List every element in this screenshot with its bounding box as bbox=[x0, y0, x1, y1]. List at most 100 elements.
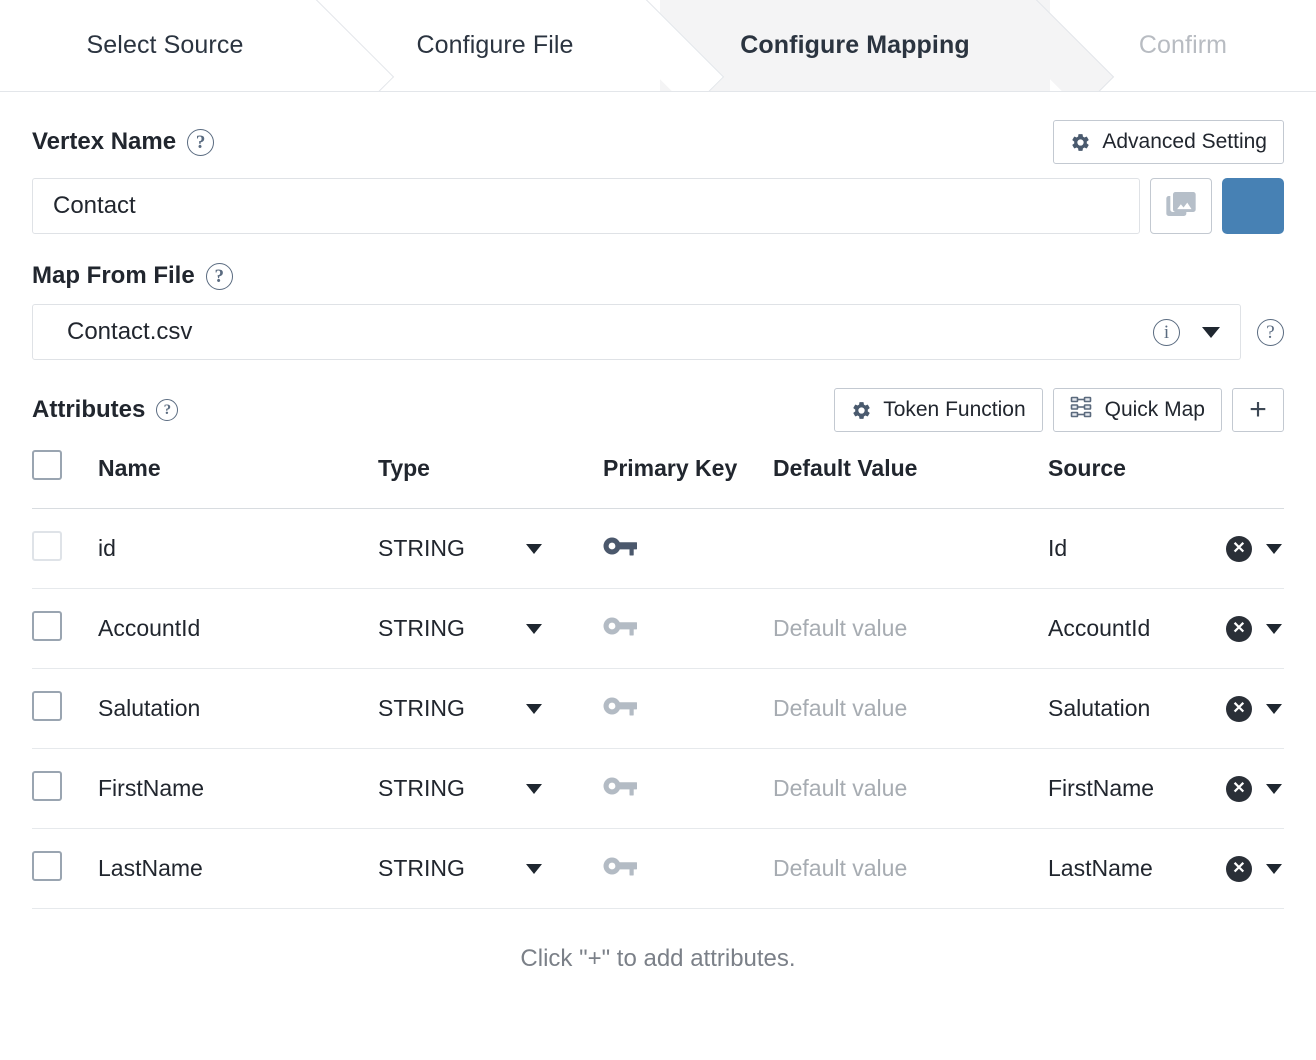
gear-icon bbox=[851, 400, 872, 421]
source-cell: FirstName ✕ bbox=[1048, 749, 1284, 829]
source-cell: LastName ✕ bbox=[1048, 829, 1284, 909]
vertex-name-help-icon[interactable]: ? bbox=[187, 129, 214, 156]
attributes-help-icon[interactable]: ? bbox=[156, 399, 178, 421]
attribute-name[interactable]: Salutation bbox=[98, 669, 378, 749]
add-attribute-button[interactable]: + bbox=[1232, 388, 1284, 432]
step-label: Configure Mapping bbox=[740, 31, 969, 60]
attributes-header-row: Name Type Primary Key Default Value Sour… bbox=[32, 450, 1284, 509]
primary-key-cell bbox=[603, 589, 773, 669]
type-chevron-down-icon[interactable] bbox=[526, 544, 542, 554]
row-checkbox[interactable] bbox=[32, 771, 62, 801]
attribute-type-value: STRING bbox=[378, 775, 526, 802]
map-from-file-select[interactable]: Contact.csv i bbox=[32, 304, 1241, 360]
map-from-file-help-icon[interactable]: ? bbox=[206, 263, 233, 290]
quick-map-label: Quick Map bbox=[1105, 398, 1205, 422]
default-value-placeholder: Default value bbox=[773, 615, 907, 641]
attributes-label: Attributes bbox=[32, 396, 145, 424]
attribute-type-cell: STRING bbox=[378, 509, 603, 589]
primary-key-cell bbox=[603, 509, 773, 589]
source-value[interactable]: Id bbox=[1048, 535, 1226, 562]
quick-map-button[interactable]: Quick Map bbox=[1053, 388, 1222, 432]
key-icon[interactable] bbox=[603, 695, 639, 723]
primary-key-cell bbox=[603, 749, 773, 829]
default-value-cell[interactable] bbox=[773, 509, 1048, 589]
row-checkbox[interactable] bbox=[32, 851, 62, 881]
attribute-name[interactable]: FirstName bbox=[98, 749, 378, 829]
default-value-cell[interactable]: Default value bbox=[773, 669, 1048, 749]
step-select-source[interactable]: Select Source bbox=[0, 0, 330, 91]
default-value-cell[interactable]: Default value bbox=[773, 829, 1048, 909]
chevron-down-icon[interactable] bbox=[1202, 327, 1220, 338]
default-value-cell[interactable]: Default value bbox=[773, 589, 1048, 669]
source-cell: Salutation ✕ bbox=[1048, 669, 1284, 749]
attribute-name[interactable]: id bbox=[98, 509, 378, 589]
clear-source-icon[interactable]: ✕ bbox=[1226, 616, 1252, 642]
token-function-button[interactable]: Token Function bbox=[834, 388, 1042, 432]
attribute-type-cell: STRING bbox=[378, 589, 603, 669]
column-header-type: Type bbox=[378, 450, 603, 509]
vertex-color-swatch[interactable] bbox=[1222, 178, 1284, 234]
advanced-setting-button[interactable]: Advanced Setting bbox=[1053, 120, 1284, 164]
row-select-cell bbox=[32, 749, 98, 829]
row-checkbox[interactable] bbox=[32, 611, 62, 641]
type-chevron-down-icon[interactable] bbox=[526, 784, 542, 794]
image-library-icon bbox=[1165, 188, 1197, 225]
row-checkbox[interactable] bbox=[32, 691, 62, 721]
row-checkbox[interactable] bbox=[32, 531, 62, 561]
clear-source-icon[interactable]: ✕ bbox=[1226, 696, 1252, 722]
gear-icon bbox=[1070, 132, 1091, 153]
info-icon[interactable]: i bbox=[1153, 319, 1180, 346]
attributes-label-group: Attributes ? bbox=[32, 396, 178, 424]
select-all-checkbox[interactable] bbox=[32, 450, 62, 480]
token-function-label: Token Function bbox=[883, 398, 1025, 422]
source-chevron-down-icon[interactable] bbox=[1266, 784, 1282, 794]
map-from-file-row: Contact.csv i ? bbox=[32, 304, 1284, 360]
clear-source-icon[interactable]: ✕ bbox=[1226, 536, 1252, 562]
source-value[interactable]: LastName bbox=[1048, 855, 1226, 882]
key-icon[interactable] bbox=[603, 615, 639, 643]
map-from-file-outer-help-icon[interactable]: ? bbox=[1257, 319, 1284, 346]
attribute-type-value: STRING bbox=[378, 615, 526, 642]
vertex-icon-picker-button[interactable] bbox=[1150, 178, 1212, 234]
source-chevron-down-icon[interactable] bbox=[1266, 624, 1282, 634]
default-value-placeholder: Default value bbox=[773, 695, 907, 721]
attributes-table: Name Type Primary Key Default Value Sour… bbox=[32, 450, 1284, 909]
row-select-cell bbox=[32, 509, 98, 589]
add-attributes-hint: Click "+" to add attributes. bbox=[32, 909, 1284, 973]
type-chevron-down-icon[interactable] bbox=[526, 624, 542, 634]
row-select-cell bbox=[32, 829, 98, 909]
vertex-name-input[interactable]: Contact bbox=[32, 178, 1140, 234]
attribute-type-value: STRING bbox=[378, 855, 526, 882]
attribute-name[interactable]: AccountId bbox=[98, 589, 378, 669]
map-from-file-header: Map From File ? bbox=[32, 262, 1284, 290]
attribute-name[interactable]: LastName bbox=[98, 829, 378, 909]
source-value[interactable]: Salutation bbox=[1048, 695, 1226, 722]
row-select-cell bbox=[32, 669, 98, 749]
map-from-file-label: Map From File bbox=[32, 262, 195, 290]
clear-source-icon[interactable]: ✕ bbox=[1226, 776, 1252, 802]
source-value[interactable]: FirstName bbox=[1048, 775, 1226, 802]
vertex-name-label-group: Vertex Name ? bbox=[32, 128, 214, 156]
advanced-setting-label: Advanced Setting bbox=[1102, 130, 1267, 154]
step-label: Configure File bbox=[416, 31, 573, 60]
default-value-cell[interactable]: Default value bbox=[773, 749, 1048, 829]
key-icon[interactable] bbox=[603, 775, 639, 803]
type-chevron-down-icon[interactable] bbox=[526, 704, 542, 714]
vertex-name-row: Contact bbox=[32, 178, 1284, 234]
source-value[interactable]: AccountId bbox=[1048, 615, 1226, 642]
key-icon[interactable] bbox=[603, 855, 639, 883]
source-chevron-down-icon[interactable] bbox=[1266, 544, 1282, 554]
attributes-header: Attributes ? Token Function bbox=[32, 388, 1284, 432]
source-chevron-down-icon[interactable] bbox=[1266, 704, 1282, 714]
key-icon[interactable] bbox=[603, 535, 639, 563]
source-chevron-down-icon[interactable] bbox=[1266, 864, 1282, 874]
default-value-placeholder: Default value bbox=[773, 775, 907, 801]
source-cell: AccountId ✕ bbox=[1048, 589, 1284, 669]
step-label: Select Source bbox=[87, 31, 244, 60]
clear-source-icon[interactable]: ✕ bbox=[1226, 856, 1252, 882]
table-row: FirstName STRING bbox=[32, 749, 1284, 829]
type-chevron-down-icon[interactable] bbox=[526, 864, 542, 874]
attributes-table-body: id STRING bbox=[32, 509, 1284, 909]
sitemap-icon bbox=[1070, 395, 1094, 425]
vertex-name-header: Vertex Name ? Advanced Setting bbox=[32, 120, 1284, 164]
